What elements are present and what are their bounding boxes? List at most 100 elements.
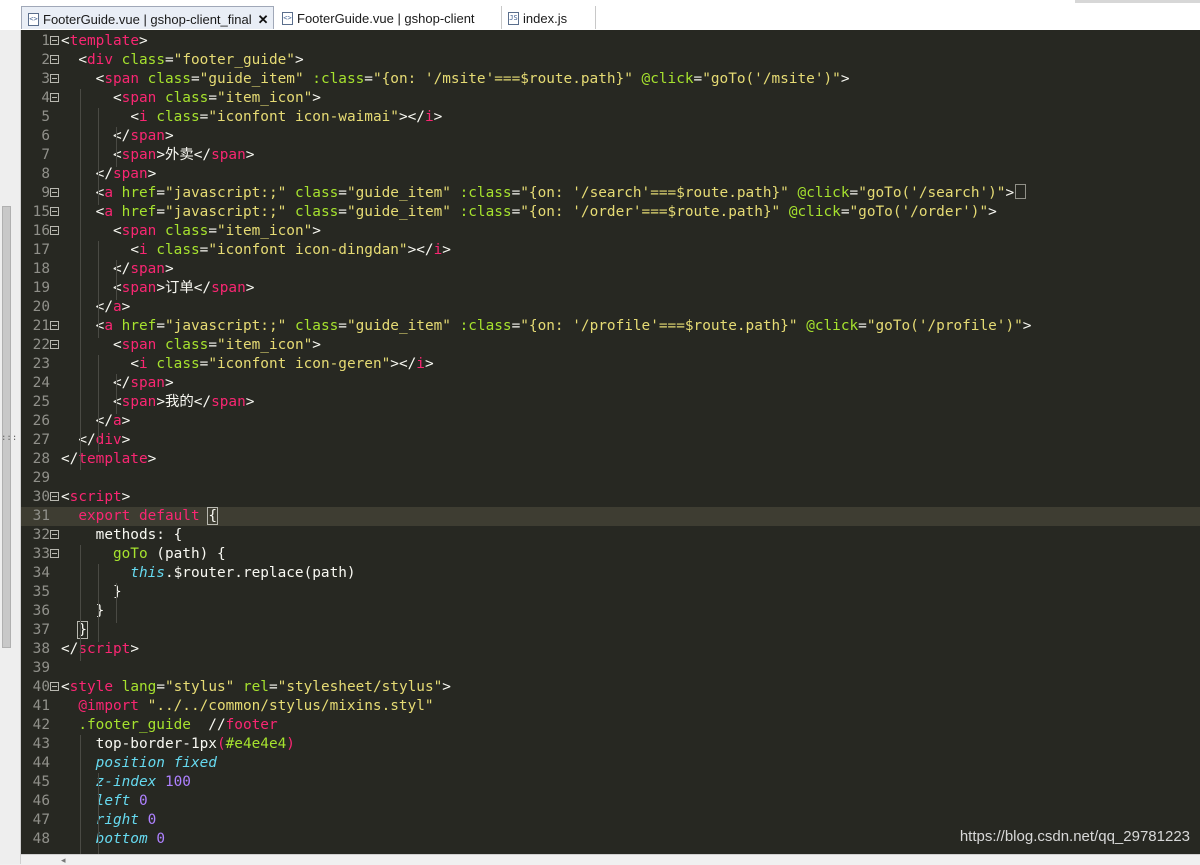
code-line: 44 position fixed [21,754,1200,773]
line-number: 46 [32,793,50,809]
line-number: 45 [32,774,50,790]
line-number: 37 [32,622,50,638]
fold-icon[interactable] [50,55,59,64]
code-line: 41 @import "../../common/stylus/mixins.s… [21,697,1200,716]
line-number: 28 [32,451,50,467]
line-number: 19 [32,280,50,296]
code-line: 3 <span class="guide_item" :class="{on: … [21,70,1200,89]
fold-icon[interactable] [50,93,59,102]
code-line: 1 <template> [21,32,1200,51]
indent-guide [98,564,99,642]
code-line: 18 </span> [21,260,1200,279]
watermark: https://blog.csdn.net/qq_29781223 [959,828,1190,845]
line-number: 5 [41,109,50,125]
line-number: 41 [32,698,50,714]
code-line: 38 </script> [21,640,1200,659]
fold-icon[interactable] [50,530,59,539]
fold-icon[interactable] [50,682,59,691]
line-number: 3 [41,71,50,87]
fold-icon[interactable] [50,207,59,216]
fold-icon[interactable] [50,492,59,501]
indent-guide [80,545,81,661]
code-line: 33 goTo (path) { [21,545,1200,564]
line-number: 21 [32,318,50,334]
close-icon[interactable]: ✕ [258,8,269,31]
code-line: 25 <span>我的</span> [21,393,1200,412]
tab-footerguide-client[interactable]: <> FooterGuide.vue | gshop-client [276,6,502,29]
js-file-icon: JS [508,12,519,26]
indent-guide [98,773,99,854]
line-number: 7 [41,147,50,163]
vue-file-icon: <> [28,13,39,27]
code-line: 39 [21,659,1200,678]
vue-file-icon: <> [282,12,293,26]
fold-icon[interactable] [50,74,59,83]
code-line: 26 </a> [21,412,1200,431]
line-number: 4 [41,90,50,106]
resize-grip-icon[interactable]: ...... [1,431,17,444]
code-line: 2 <div class="footer_guide"> [21,51,1200,70]
line-number: 20 [32,299,50,315]
line-number: 39 [32,660,50,676]
line-number: 8 [41,166,50,182]
line-number: 47 [32,812,50,828]
line-number: 38 [32,641,50,657]
tab-footerguide-final[interactable]: <> FooterGuide.vue | gshop-client_final ✕ [21,6,274,29]
line-number: 34 [32,565,50,581]
code-line: 19 <span>订单</span> [21,279,1200,298]
code-line: 28 </template> [21,450,1200,469]
indent-guide [98,355,99,452]
code-line: 9 <a href="javascript:;" class="guide_it… [21,184,1200,203]
horizontal-scrollbar[interactable]: ◂ [21,854,1200,865]
code-line: 4 <span class="item_icon"> [21,89,1200,108]
line-number: 42 [32,717,50,733]
line-number: 2 [41,52,50,68]
line-number: 30 [32,489,50,505]
code-line: 34 this.$router.replace(path) [21,564,1200,583]
code-line: 7 <span>外卖</span> [21,146,1200,165]
indent-guide [116,583,117,623]
code-line: 43 top-border-1px(#e4e4e4) [21,735,1200,754]
line-number: 32 [32,527,50,543]
collapsed-region-icon[interactable] [1015,184,1027,199]
line-number: 9 [41,185,50,201]
line-number: 40 [32,679,50,695]
fold-icon[interactable] [50,321,59,330]
indent-guide [116,127,117,167]
line-number: 27 [32,432,50,448]
line-number: 35 [32,584,50,600]
line-number: 48 [32,831,50,847]
line-number: 1 [41,33,50,49]
code-line: 36 } [21,602,1200,621]
line-number: 18 [32,261,50,277]
line-number: 25 [32,394,50,410]
window-edge [1075,0,1200,3]
code-line: 30 <script> [21,488,1200,507]
panel-scrollbar[interactable] [2,206,11,648]
indent-guide [80,735,81,854]
code-lines: 1 <template> 2 <div class="footer_guide">… [21,32,1200,849]
line-number: 22 [32,337,50,353]
line-number: 33 [32,546,50,562]
tab-label: index.js [523,11,568,27]
code-line: 5 <i class="iconfont icon-waimai"></i> [21,108,1200,127]
tab-index-js[interactable]: JS index.js [502,6,596,29]
code-line: 45 z-index 100 [21,773,1200,792]
code-line: 21 <a href="javascript:;" class="guide_i… [21,317,1200,336]
code-line: 15 <a href="javascript:;" class="guide_i… [21,203,1200,222]
line-number: 26 [32,413,50,429]
fold-icon[interactable] [50,549,59,558]
code-editor[interactable]: 1 <template> 2 <div class="footer_guide">… [21,30,1200,854]
code-line-current: 31 export default { [21,507,1200,526]
line-number: 16 [32,223,50,239]
fold-icon[interactable] [50,340,59,349]
fold-icon[interactable] [50,36,59,45]
indent-guide [116,374,117,414]
code-line: 22 <span class="item_icon"> [21,336,1200,355]
code-line: 17 <i class="iconfont icon-dingdan"></i> [21,241,1200,260]
tab-bar: <> FooterGuide.vue | gshop-client_final ✕ … [0,0,1200,31]
fold-icon[interactable] [50,188,59,197]
code-line: 46 left 0 [21,792,1200,811]
tab-label: FooterGuide.vue | gshop-client [297,11,475,27]
fold-icon[interactable] [50,226,59,235]
